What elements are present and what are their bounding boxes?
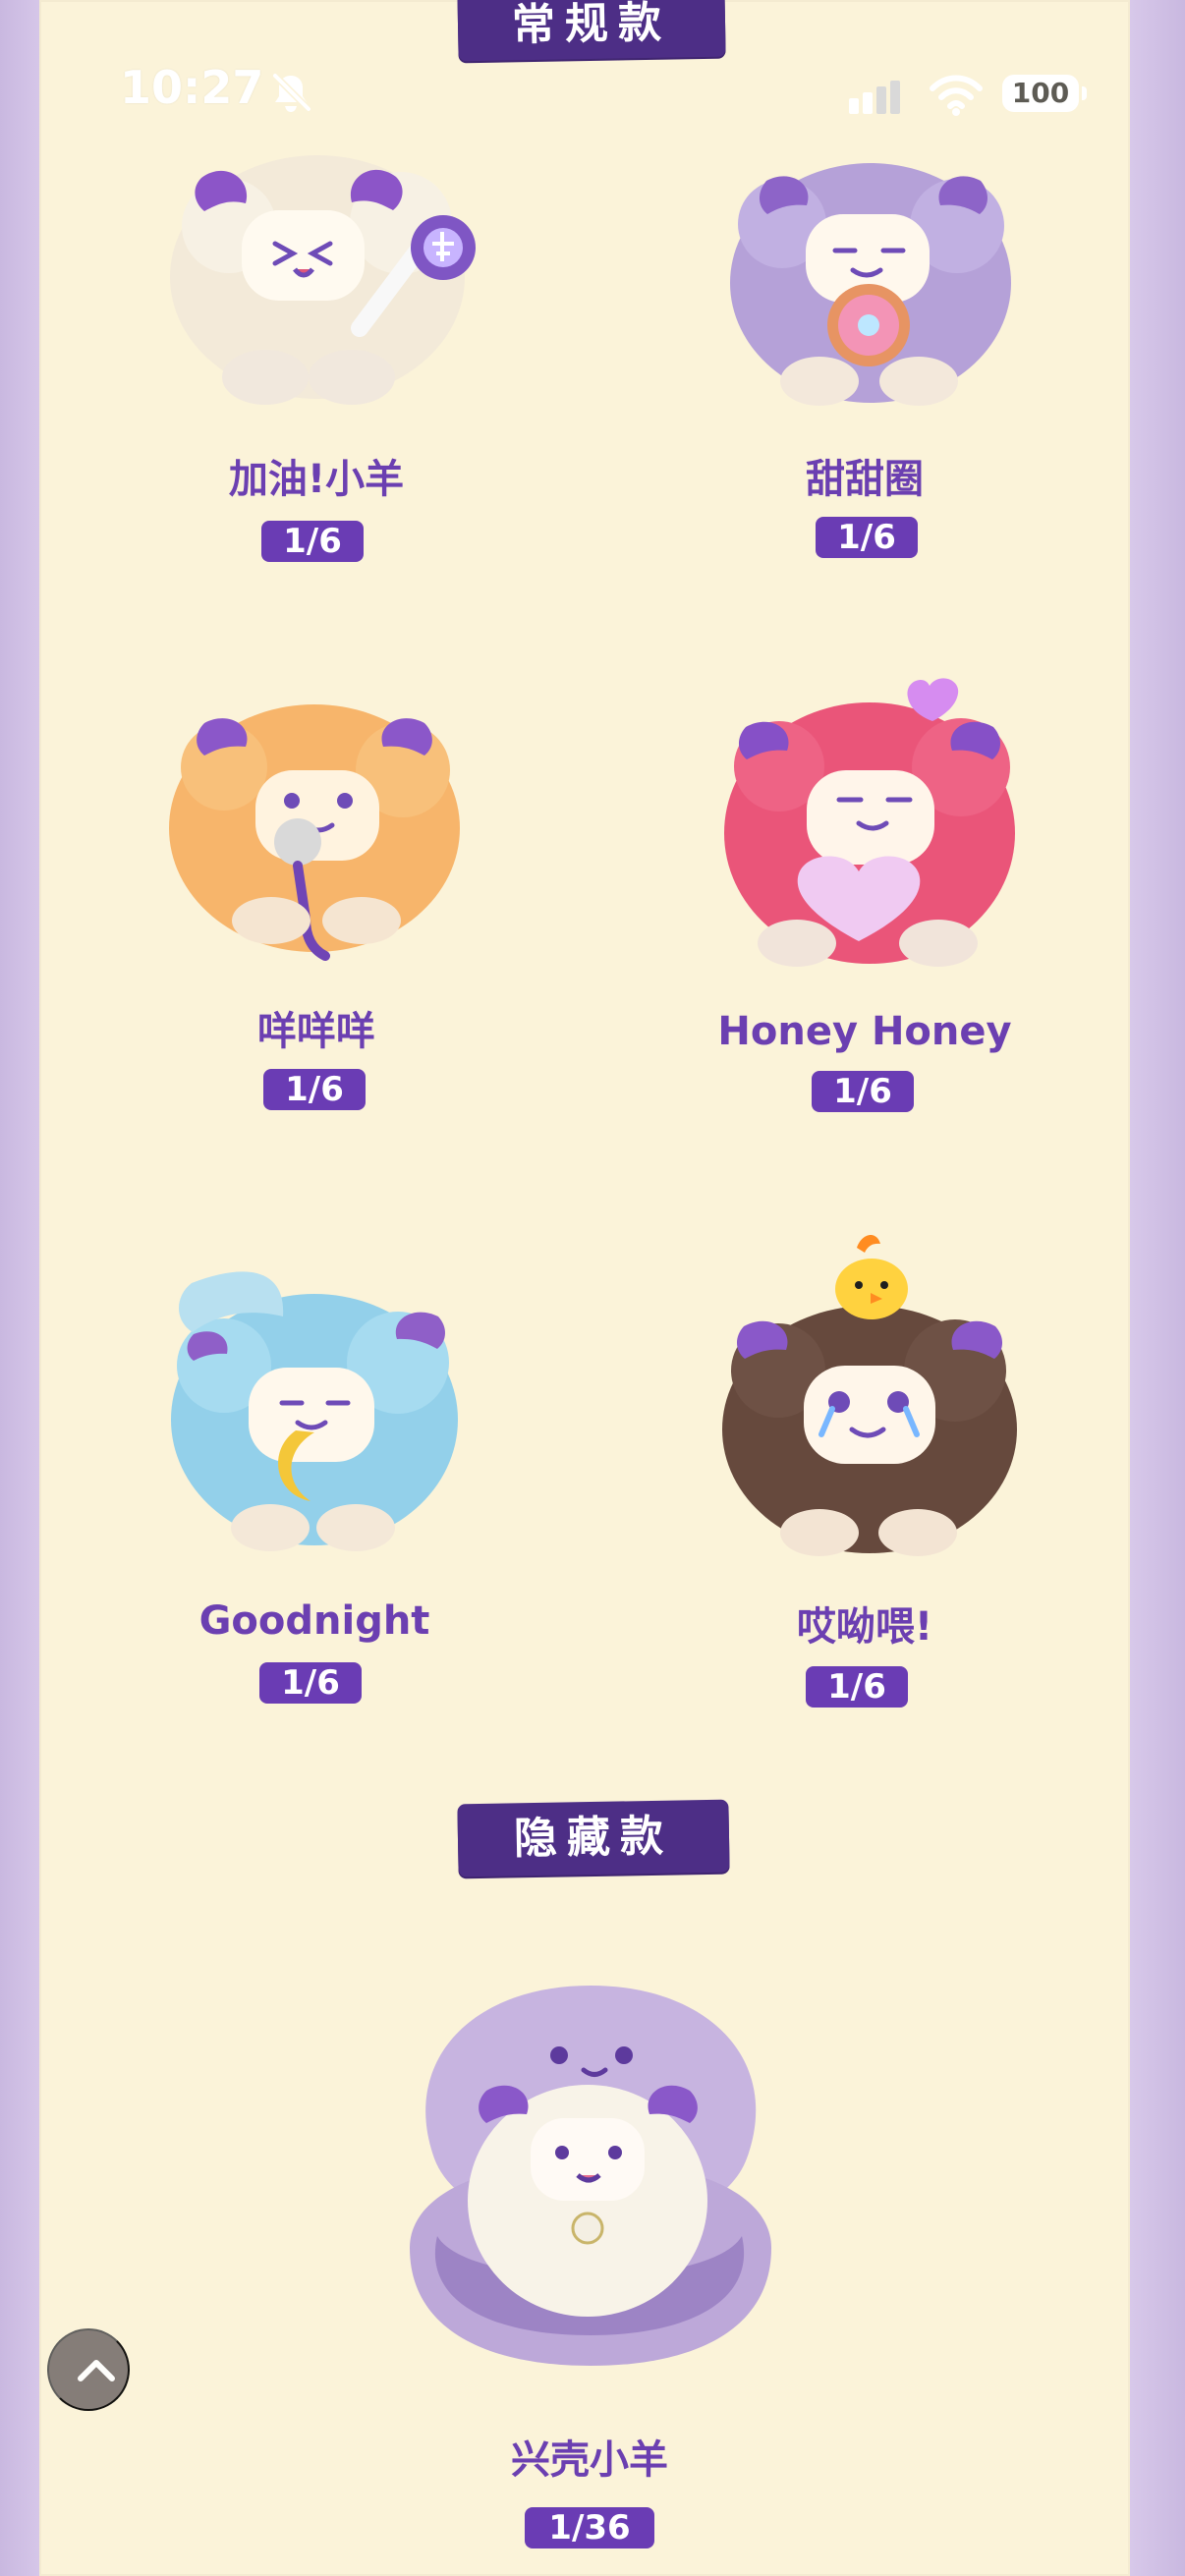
chevron-up-icon bbox=[78, 2360, 115, 2381]
odds-badge-5: 1/6 bbox=[259, 1662, 362, 1704]
bell-off-icon bbox=[271, 72, 312, 113]
item-name-1: 加油!小羊 bbox=[228, 457, 405, 502]
signal-icon bbox=[849, 81, 900, 114]
odds-badge-1: 1/6 bbox=[261, 521, 364, 562]
regular-section-label: 常规款 bbox=[457, 0, 726, 62]
shell-sheep-image[interactable] bbox=[397, 1961, 784, 2383]
back-to-top-button[interactable] bbox=[47, 2328, 130, 2411]
item-name-6: 哎呦喂! bbox=[796, 1604, 933, 1650]
odds-badge-3: 1/6 bbox=[263, 1069, 366, 1110]
odds-badge-4: 1/6 bbox=[812, 1071, 914, 1112]
item-name-4: Honey Honey bbox=[717, 1009, 1012, 1054]
goodnight-sheep-image[interactable] bbox=[147, 1248, 481, 1572]
battery-icon: 100 bbox=[1002, 75, 1087, 112]
hidden-section-label: 隐藏款 bbox=[457, 1799, 730, 1877]
item-name-2: 甜甜圈 bbox=[806, 457, 924, 502]
donut-sheep-image[interactable] bbox=[709, 128, 1034, 422]
wifi-icon bbox=[930, 75, 983, 116]
odds-badge-6: 1/6 bbox=[806, 1666, 908, 1708]
item-name-hidden: 兴壳小羊 bbox=[511, 2437, 668, 2483]
odds-badge-2: 1/6 bbox=[816, 517, 918, 558]
singing-sheep-image[interactable] bbox=[155, 668, 480, 973]
odds-badge-hidden: 1/36 bbox=[525, 2507, 654, 2548]
status-time: 10:27 bbox=[120, 61, 264, 114]
aiyo-sheep-image[interactable] bbox=[696, 1199, 1040, 1572]
item-name-3: 咩咩咩 bbox=[257, 1009, 375, 1054]
status-bar: 10:27 100 bbox=[0, 61, 1185, 130]
honey-sheep-image[interactable] bbox=[704, 656, 1036, 980]
item-name-5: Goodnight bbox=[198, 1598, 430, 1644]
cheer-sheep-image[interactable] bbox=[155, 130, 491, 424]
